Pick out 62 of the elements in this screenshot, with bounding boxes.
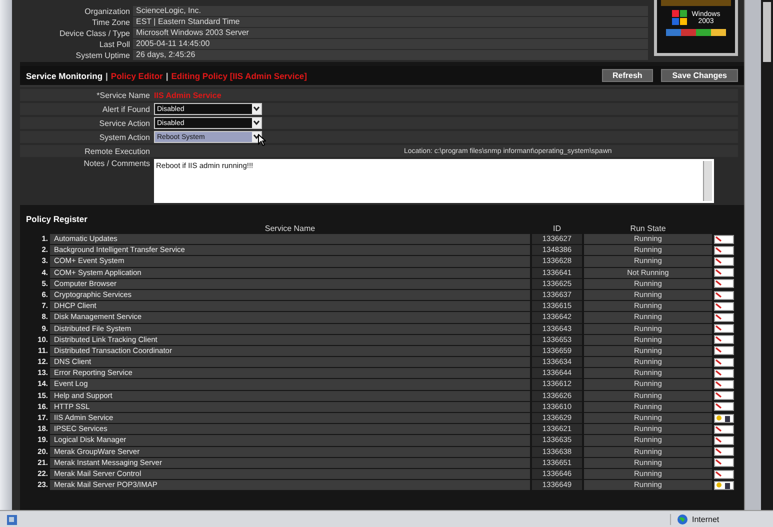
edit-icon[interactable] bbox=[714, 424, 734, 434]
globe-icon bbox=[677, 514, 688, 525]
edit-icon[interactable] bbox=[714, 368, 734, 378]
edit-icon[interactable] bbox=[714, 436, 734, 445]
field-label: Last Poll bbox=[98, 40, 130, 48]
edit-icon[interactable] bbox=[714, 380, 734, 390]
edit-icon[interactable] bbox=[714, 302, 734, 311]
service-name-value: IIS Admin Service bbox=[154, 90, 222, 100]
edit-icon[interactable] bbox=[714, 234, 734, 244]
edit-icon[interactable] bbox=[714, 324, 734, 334]
key-icon[interactable] bbox=[714, 414, 734, 423]
breadcrumb-link[interactable]: Editing Policy [IIS Admin Service] bbox=[171, 70, 307, 80]
edit-icon[interactable] bbox=[714, 268, 734, 278]
field-value: 26 days, 2:45:26 bbox=[133, 50, 648, 60]
edit-icon[interactable] bbox=[714, 447, 734, 456]
field-label: Organization bbox=[84, 6, 130, 16]
field-value: 2005-04-11 14:45:00 bbox=[133, 39, 648, 49]
field-label: Remote Execution bbox=[84, 146, 150, 156]
edit-icon[interactable] bbox=[714, 346, 734, 356]
edit-icon[interactable] bbox=[714, 458, 734, 468]
breadcrumb-current: Service Monitoring bbox=[26, 70, 103, 80]
key-icon[interactable] bbox=[714, 480, 734, 490]
field-label: Notes / Comments bbox=[82, 159, 150, 170]
field-label: Service Action bbox=[98, 118, 150, 128]
field-label: Time Zone bbox=[91, 18, 130, 26]
field-label: Alert if Found bbox=[101, 104, 150, 114]
field-value: ScienceLogic, Inc. bbox=[133, 6, 648, 16]
badge-banner bbox=[661, 0, 731, 6]
edit-icon[interactable] bbox=[714, 335, 734, 344]
dropdown-arrow-icon[interactable] bbox=[252, 104, 261, 114]
scrollbar[interactable] bbox=[761, 0, 773, 510]
dropdown-arrow-icon[interactable] bbox=[252, 118, 261, 128]
edit-icon[interactable] bbox=[714, 256, 734, 266]
field-value: EST | Eastern Standard Time bbox=[133, 17, 648, 27]
edit-icon[interactable] bbox=[714, 279, 734, 288]
column-header: Run State bbox=[629, 225, 667, 233]
color-strip-drawing bbox=[666, 29, 726, 36]
edit-icon[interactable] bbox=[714, 312, 734, 322]
zone-text: Internet bbox=[692, 515, 720, 524]
edit-icon[interactable] bbox=[714, 470, 734, 479]
edit-icon[interactable] bbox=[714, 391, 734, 400]
edit-icon[interactable] bbox=[714, 246, 734, 255]
mouse-cursor-icon bbox=[258, 134, 266, 146]
field-label: System Action bbox=[98, 132, 150, 142]
windows-logo-icon bbox=[672, 10, 688, 26]
column-header: Service Name bbox=[264, 225, 316, 233]
field-label: System Uptime bbox=[74, 50, 130, 60]
page-icon bbox=[6, 514, 18, 526]
scrollbar-thumb[interactable] bbox=[763, 2, 771, 62]
field-label: Device Class / Type bbox=[58, 28, 130, 38]
column-header: ID bbox=[552, 225, 562, 233]
edit-icon[interactable] bbox=[714, 358, 734, 367]
separator: | bbox=[166, 70, 168, 80]
section-title: Policy Register bbox=[26, 214, 88, 224]
field-value: Microsoft Windows 2003 Server bbox=[133, 28, 648, 38]
save-button[interactable]: Save Changes bbox=[661, 69, 738, 82]
separator: | bbox=[106, 70, 108, 80]
refresh-button[interactable]: Refresh bbox=[602, 69, 654, 82]
breadcrumb-link[interactable]: Policy Editor bbox=[110, 70, 163, 80]
field-label: *Service Name bbox=[96, 90, 150, 100]
edit-icon[interactable] bbox=[714, 290, 734, 300]
edit-icon[interactable] bbox=[714, 402, 734, 412]
